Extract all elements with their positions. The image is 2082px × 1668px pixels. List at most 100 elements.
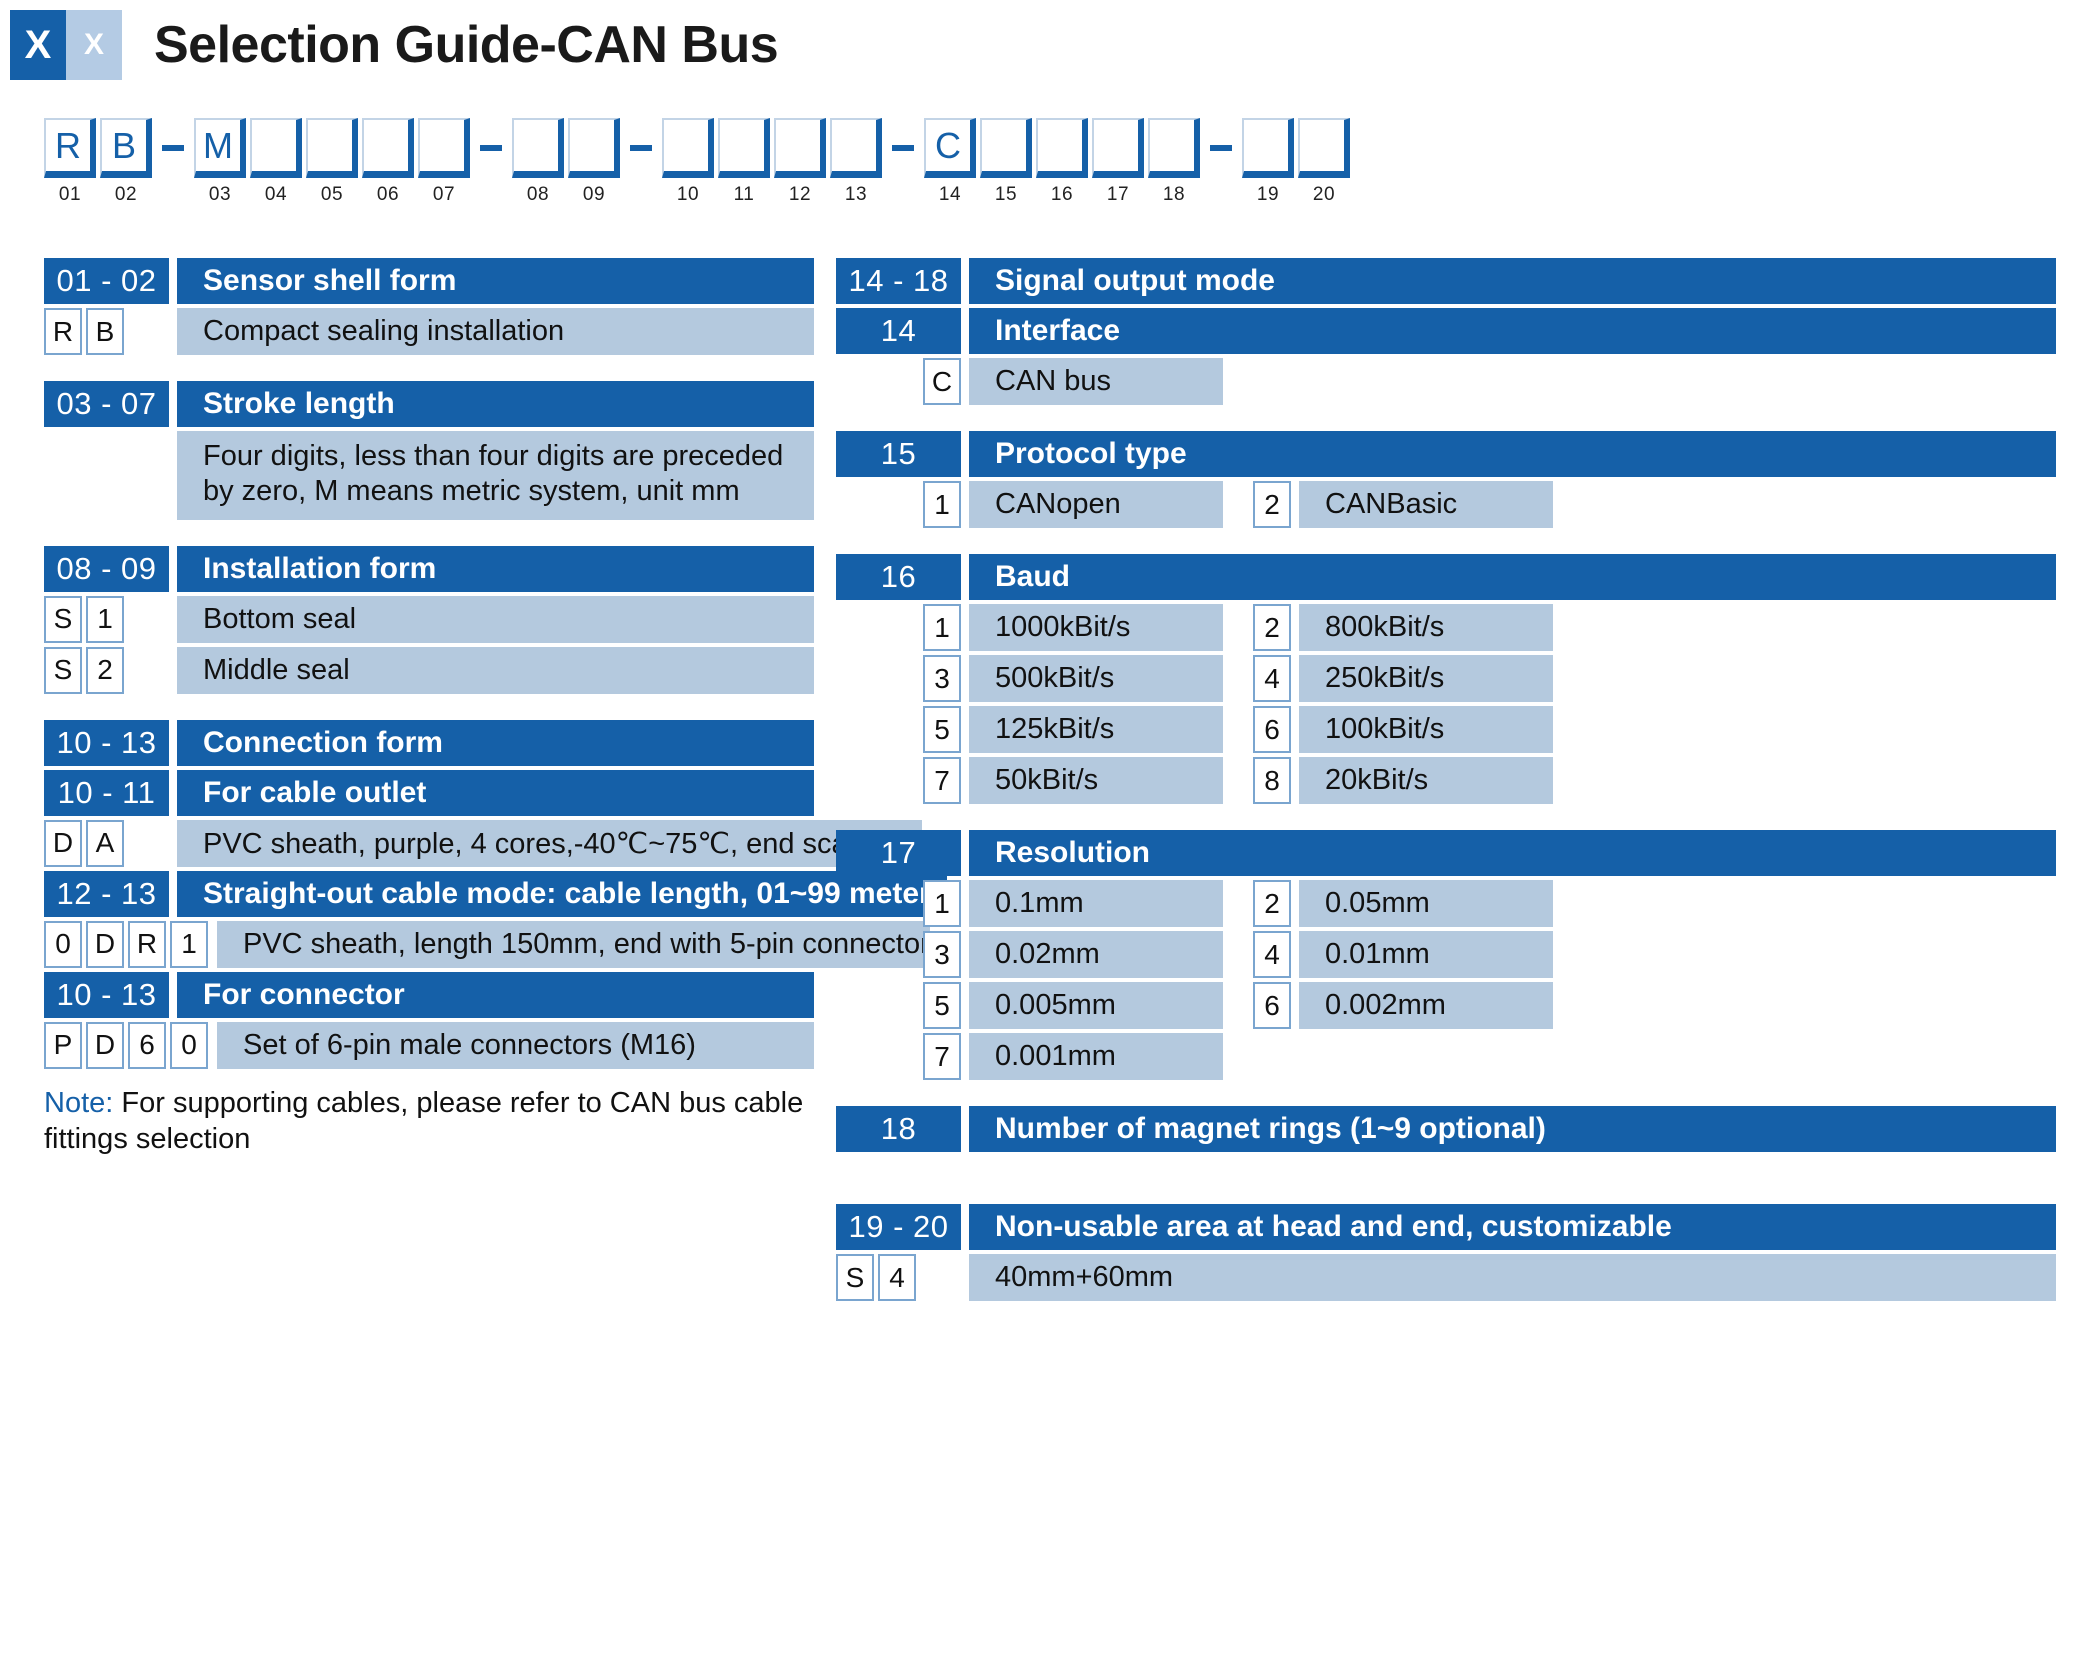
option-row[interactable]: P D 6 0 Set of 6-pin male connectors (M1… [44,1021,814,1069]
section-header: 03 - 07 Stroke length [44,381,814,427]
code-box[interactable] [1092,118,1144,178]
code-box: B [86,308,124,355]
section-code: 16 [836,554,961,600]
code-cell: R 01 [44,118,96,206]
code-box[interactable]: M [194,118,246,178]
code-box[interactable] [568,118,620,178]
section-signal-output-mode: 14 - 18 Signal output mode [836,258,2056,304]
section-header: 17 Resolution [836,830,2056,876]
code-position-number: 19 [1256,184,1280,205]
code-box[interactable]: R [44,118,96,178]
section-code: 14 [836,308,961,354]
option-row[interactable]: S 2 Middle seal [44,646,814,694]
option-row[interactable]: 7 50kBit/s 8 20kBit/s [836,757,2056,804]
option-row[interactable]: 3 0.02mm 4 0.01mm [836,931,2056,978]
code-position-number: 20 [1312,184,1336,205]
option-row[interactable]: S 4 40mm+60mm [836,1254,2056,1301]
code-box[interactable] [362,118,414,178]
section-header: 01 - 02 Sensor shell form [44,258,814,304]
option-description: 50kBit/s [969,757,1223,804]
section-code: 19 - 20 [836,1204,961,1250]
code-cell: 19 [1242,118,1294,206]
code-position-number: 08 [526,184,550,205]
option-description: 0.05mm [1299,880,1553,927]
subsection-header-connector: 10 - 13 For connector [44,971,814,1018]
code-box[interactable] [718,118,770,178]
option-codes: 6 [1253,706,1291,753]
description-line-1: Four digits, less than four digits are p… [203,440,784,472]
code-box[interactable] [774,118,826,178]
option-row[interactable]: 7 0.001mm [836,1033,2056,1080]
option-row[interactable]: 3 500kBit/s 4 250kBit/s [836,655,2056,702]
option-row[interactable]: 1 CANopen 2 CANBasic [836,481,2056,528]
option-row[interactable]: 1 1000kBit/s 2 800kBit/s [836,604,2056,651]
code-box: S [44,595,82,643]
code-box: 2 [86,646,124,694]
code-box: 3 [923,931,961,978]
code-box[interactable] [1298,118,1350,178]
code-separator-dash [156,118,190,178]
option-description: 100kBit/s [1299,706,1553,753]
code-position-number: 11 [733,184,755,205]
option-row[interactable]: R B Compact sealing installation [44,308,814,355]
option-codes: 1 [836,481,961,528]
option-codes: S 1 [44,595,169,643]
option-row[interactable]: 5 125kBit/s 6 100kBit/s [836,706,2056,753]
code-box[interactable] [980,118,1032,178]
code-position-number: 06 [376,184,400,205]
code-box[interactable] [830,118,882,178]
option-row[interactable]: S 1 Bottom seal [44,595,814,643]
option-row[interactable]: D A PVC sheath, purple, 4 cores,-40℃~75℃… [44,819,922,867]
note-line-2: fittings selection [44,1123,251,1155]
code-cell: 20 [1298,118,1350,206]
code-box[interactable] [250,118,302,178]
code-cell: 04 [250,118,302,206]
code-box[interactable] [1036,118,1088,178]
option-row[interactable]: 1 0.1mm 2 0.05mm [836,880,2056,927]
option-row[interactable]: 5 0.005mm 6 0.002mm [836,982,2056,1029]
code-position-number: 03 [208,184,232,205]
section-title: Protocol type [969,431,2056,477]
option-row[interactable]: 0 D R 1 PVC sheath, length 150mm, end wi… [44,920,930,968]
code-cell: 12 [774,118,826,206]
code-box: 5 [923,982,961,1029]
option-codes: 8 [1253,757,1291,804]
subsection-title: For cable outlet [177,769,814,816]
code-position-number: 12 [788,184,812,205]
option-row[interactable]: C CAN bus [836,358,2056,405]
code-box[interactable]: B [100,118,152,178]
code-box: R [44,308,82,355]
section-header: 14 Interface [836,308,2056,354]
code-position-number: 18 [1162,184,1186,205]
code-box[interactable] [662,118,714,178]
section-header: 14 - 18 Signal output mode [836,258,2056,304]
code-box[interactable] [418,118,470,178]
code-box[interactable] [1148,118,1200,178]
code-position-number: 02 [114,184,138,205]
option-row: Four digits, less than four digits are p… [44,431,814,520]
code-box: A [86,819,124,867]
option-codes: 1 [836,880,961,927]
code-box[interactable] [306,118,358,178]
subsection-title: For connector [177,971,814,1018]
logo-primary-box: X [10,10,66,80]
code-box[interactable] [512,118,564,178]
option-codes: 1 [836,604,961,651]
option-codes: 3 [836,931,961,978]
code-cell: 09 [568,118,620,206]
code-position-number: 09 [582,184,606,205]
code-box[interactable]: C [924,118,976,178]
option-description: PVC sheath, length 150mm, end with 5-pin… [217,920,930,968]
code-box[interactable] [1242,118,1294,178]
section-code: 14 - 18 [836,258,961,304]
code-cell: 05 [306,118,358,206]
subsection-header-cable-outlet: 10 - 11 For cable outlet [44,769,814,816]
section-title: Non-usable area at head and end, customi… [969,1204,2056,1250]
option-description: Compact sealing installation [177,308,814,355]
option-description: 0.1mm [969,880,1223,927]
